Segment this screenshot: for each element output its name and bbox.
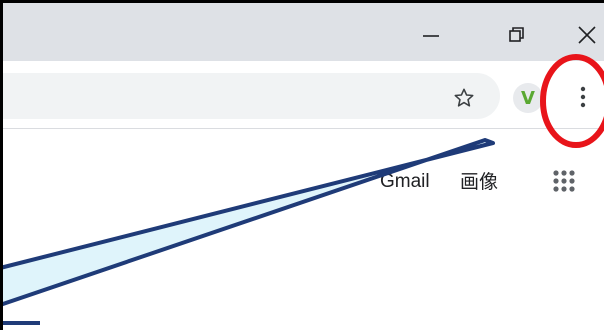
close-button[interactable] bbox=[564, 15, 604, 55]
restore-icon bbox=[509, 27, 524, 42]
google-apps-button[interactable] bbox=[547, 164, 581, 198]
gmail-link[interactable]: Gmail bbox=[380, 170, 430, 194]
minimize-button[interactable] bbox=[408, 15, 454, 55]
restore-button[interactable] bbox=[494, 15, 540, 55]
close-icon bbox=[578, 26, 596, 44]
bookmark-button[interactable] bbox=[447, 81, 481, 115]
extension-letter: V bbox=[521, 87, 535, 109]
window-frame-top bbox=[0, 0, 604, 3]
extension-button[interactable]: V bbox=[513, 83, 543, 113]
star-icon bbox=[454, 88, 474, 107]
browser-toolbar: V bbox=[3, 61, 604, 129]
minimize-icon bbox=[423, 35, 439, 37]
browser-window: V Gmail 画像 bbox=[0, 0, 604, 330]
toolbar-divider bbox=[3, 128, 604, 129]
callout-pointer bbox=[0, 138, 495, 307]
title-bar bbox=[3, 3, 604, 61]
images-link[interactable]: 画像 bbox=[460, 170, 498, 194]
chrome-menu-button[interactable] bbox=[568, 79, 598, 115]
vertical-dots-icon bbox=[580, 86, 586, 108]
window-frame-left bbox=[0, 0, 3, 330]
address-bar[interactable] bbox=[3, 73, 500, 119]
apps-grid-icon bbox=[553, 170, 575, 192]
